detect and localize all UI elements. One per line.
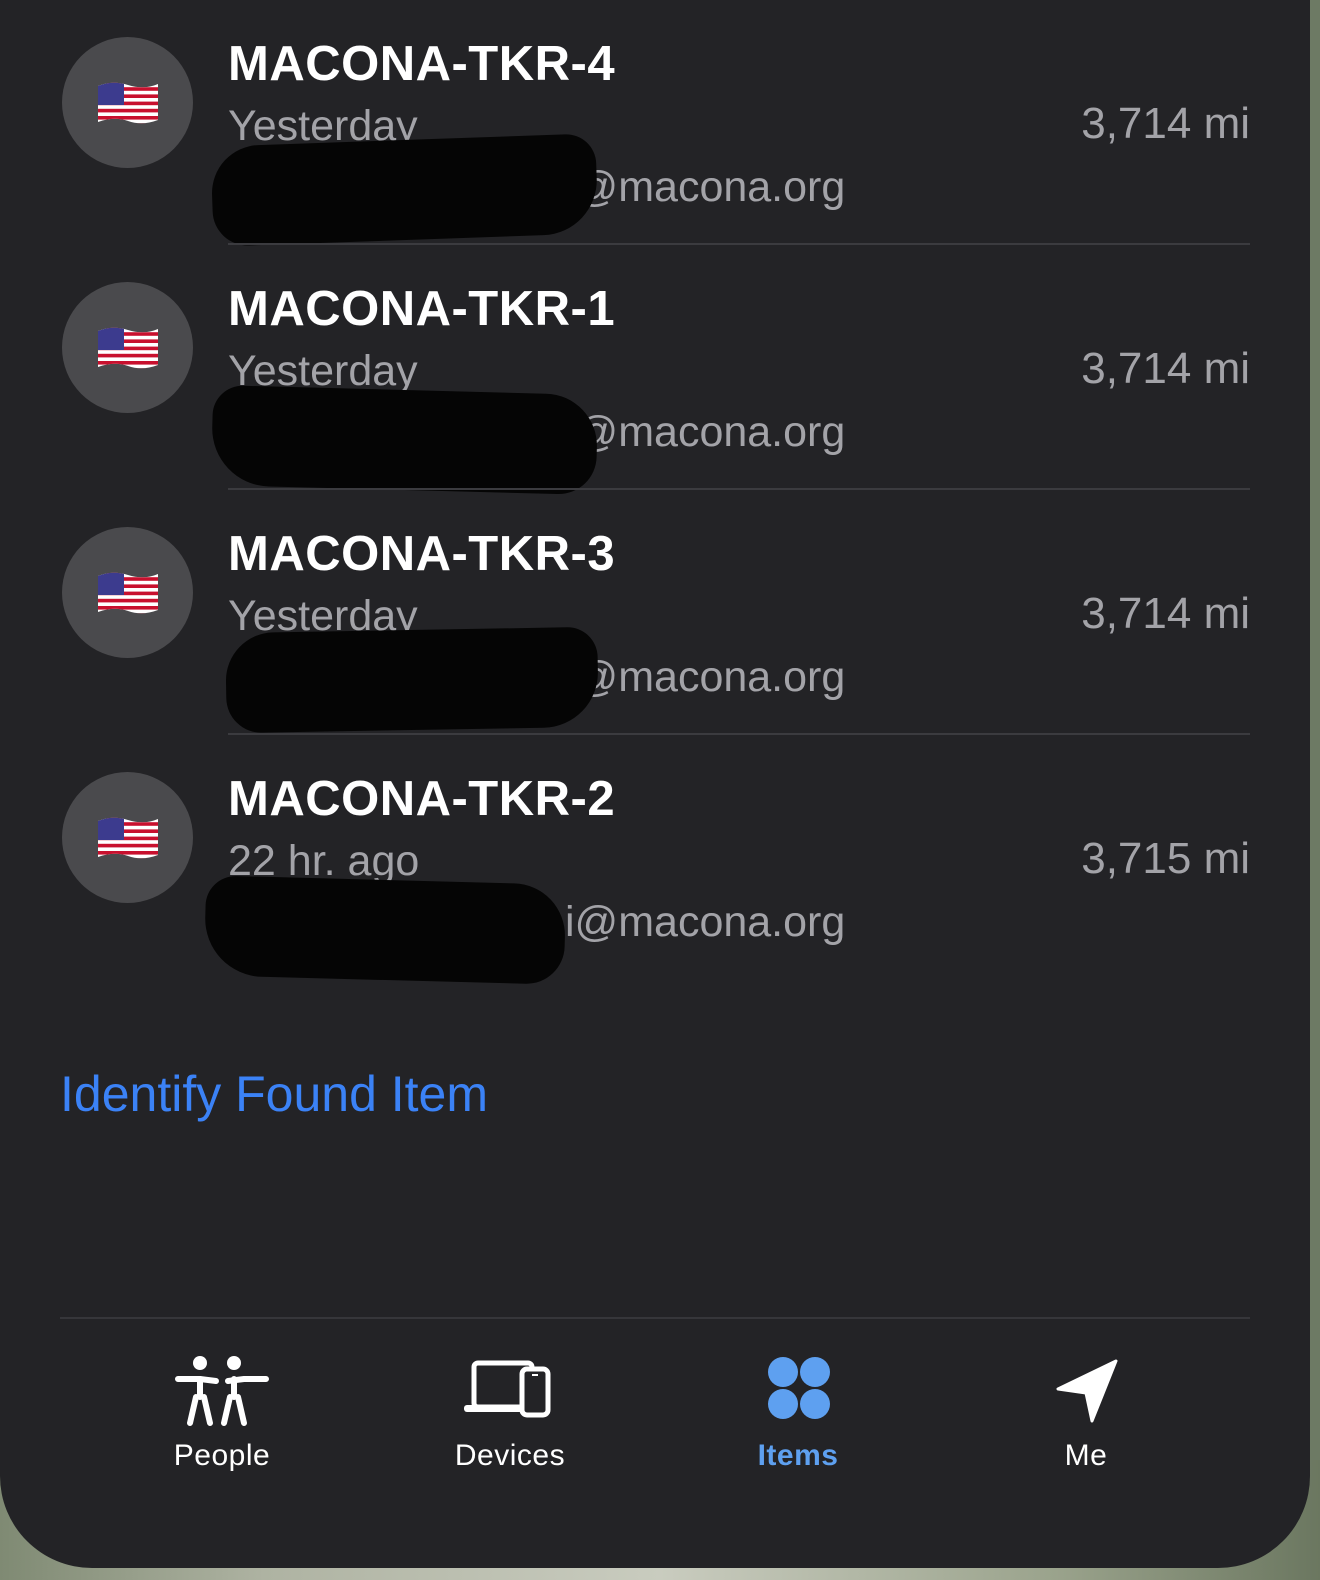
tab-label: Devices xyxy=(454,1439,566,1472)
item-name: MACONA-TKR-1 xyxy=(228,282,616,336)
item-distance: 3,714 mi xyxy=(1081,99,1250,148)
item-name: MACONA-TKR-2 xyxy=(228,772,616,826)
tab-items[interactable]: Items xyxy=(688,1355,908,1485)
item-name: MACONA-TKR-4 xyxy=(228,37,616,91)
tab-devices[interactable]: Devices xyxy=(400,1355,620,1485)
devices-icon xyxy=(464,1360,551,1418)
tab-people[interactable]: People xyxy=(112,1355,332,1485)
redaction-mark xyxy=(203,875,567,985)
item-row[interactable]: MACONA-TKR-2 22 hr. ago i@macona.org 3,7… xyxy=(0,735,1310,985)
redaction-mark xyxy=(210,133,599,247)
us-flag-icon xyxy=(97,817,158,858)
tab-bar-divider xyxy=(60,1317,1250,1319)
tab-me[interactable]: Me xyxy=(976,1355,1196,1485)
item-avatar xyxy=(62,527,193,658)
item-row[interactable]: MACONA-TKR-4 Yesterday i@macona.org 3,71… xyxy=(0,0,1310,247)
item-name: MACONA-TKR-3 xyxy=(228,527,616,581)
redaction-mark xyxy=(225,626,599,734)
item-shared-with: i@macona.org xyxy=(565,163,846,211)
item-row[interactable]: MACONA-TKR-3 Yesterday i@macona.org 3,71… xyxy=(0,490,1310,735)
people-icon xyxy=(175,1356,269,1426)
item-distance: 3,714 mi xyxy=(1081,344,1250,393)
tab-bar: People Devices Items Me xyxy=(0,1320,1310,1500)
items-sheet: MACONA-TKR-4 Yesterday i@macona.org 3,71… xyxy=(0,0,1310,1568)
item-avatar xyxy=(62,282,193,413)
redaction-mark xyxy=(210,384,599,496)
item-shared-with: i@macona.org xyxy=(565,653,846,701)
identify-found-item-link[interactable]: Identify Found Item xyxy=(60,1065,488,1123)
item-row[interactable]: MACONA-TKR-1 Yesterday i@macona.org 3,71… xyxy=(0,245,1310,496)
item-distance: 3,715 mi xyxy=(1081,834,1250,883)
items-icon xyxy=(768,1357,830,1419)
tab-label: Items xyxy=(757,1439,839,1472)
location-arrow-icon xyxy=(1056,1359,1118,1423)
item-avatar xyxy=(62,37,193,168)
item-shared-with: i@macona.org xyxy=(565,408,846,456)
us-flag-icon xyxy=(97,327,158,368)
us-flag-icon xyxy=(97,82,158,123)
us-flag-icon xyxy=(97,572,158,613)
item-shared-with: i@macona.org xyxy=(565,898,846,946)
tab-label: Me xyxy=(1064,1439,1108,1472)
tab-label: People xyxy=(173,1439,271,1472)
item-avatar xyxy=(62,772,193,903)
item-list: MACONA-TKR-4 Yesterday i@macona.org 3,71… xyxy=(0,0,1310,985)
item-distance: 3,714 mi xyxy=(1081,589,1250,638)
